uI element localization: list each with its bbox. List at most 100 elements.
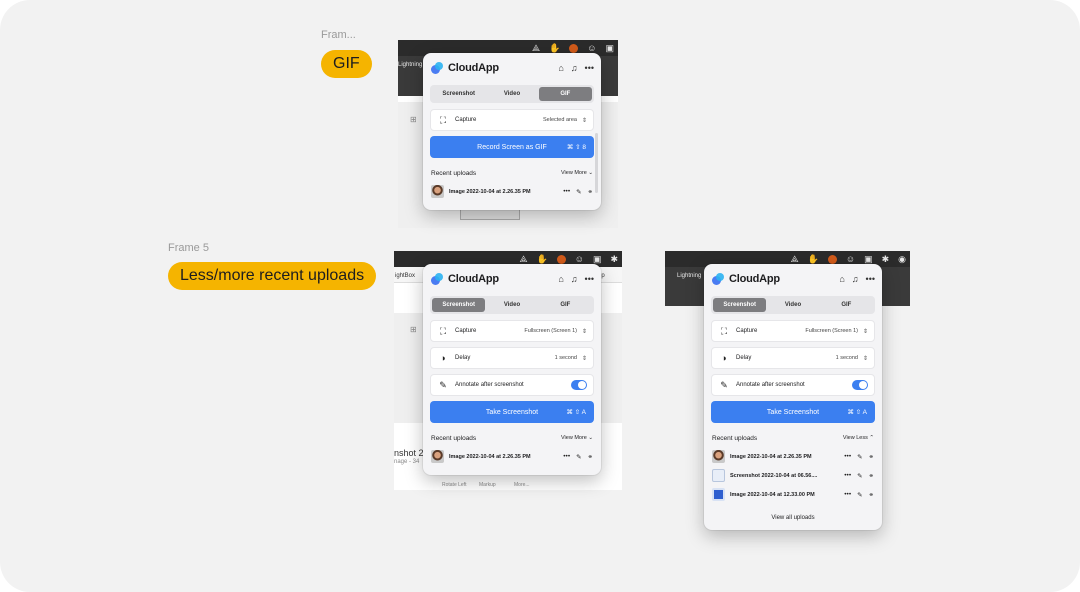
tab-gif[interactable]: GIF [538,87,592,101]
annotate-row: ✎ Annotate after screenshot [711,374,875,396]
tab-screenshot[interactable]: Screenshot [432,298,486,312]
home-icon[interactable]: ⌂ [558,63,563,73]
capture-row[interactable]: ⛶ Capture Fullscreen (Screen 1) ⇕ [430,320,594,342]
take-screenshot-button[interactable]: Take Screenshot ⌘ ⇧ A [430,401,594,423]
more-icon[interactable]: ••• [866,274,875,284]
upload-name: Image 2022-10-04 at 2.26.35 PM [730,453,812,460]
recent-title: Recent uploads [431,169,477,177]
more-label[interactable]: More... [514,482,530,488]
record-gif-button[interactable]: Record Screen as GIF ⌘ ⇧ 8 [430,136,594,158]
mode-tabs: Screenshot Video GIF [430,85,594,103]
pill-less-more: Less/more recent uploads [168,262,377,290]
list-item[interactable]: Image 2022-10-04 at 2.26.35 PM ••• ✎ ⚭ [431,448,593,465]
half-circle-icon: ◑ [721,353,727,363]
pen-icon[interactable]: ✎ [857,453,862,461]
delay-row[interactable]: ◑ Delay 1 second ⇕ [711,347,875,369]
markup-label[interactable]: Markup [479,482,496,488]
capture-label: Capture [455,328,477,334]
list-item[interactable]: Image 2022-10-04 at 12.33.00 PM ••• ✎ ⚭ [712,486,874,503]
bell-icon[interactable]: ♫ [571,274,578,284]
more-icon[interactable]: ••• [563,453,570,461]
capture-row[interactable]: ⛶ Capture Selected area ⇕ [430,109,594,131]
more-icon[interactable]: ••• [844,472,851,480]
view-less-toggle[interactable]: View Less ⌃ [843,435,874,441]
link-icon[interactable]: ⚭ [869,472,874,480]
upload-thumbnail [712,469,725,482]
delay-row[interactable]: ◑ Delay 1 second ⇕ [430,347,594,369]
pen-icon[interactable]: ✎ [576,453,581,461]
more-icon[interactable]: ••• [563,188,570,196]
tab-video[interactable]: Video [766,298,819,312]
brand-name: CloudApp [729,273,780,285]
take-screenshot-label: Take Screenshot [485,408,539,416]
chevron-updown-icon: ⇕ [581,355,587,362]
popup-header: CloudApp ⌂ ♫ ••• [430,59,594,77]
capture-value: Selected area [543,117,577,123]
shortcut-label: ⌘ ⇧ 8 [566,144,586,151]
more-icon[interactable]: ••• [844,491,851,499]
delay-value: 1 second [554,355,577,361]
shortcut-label: ⌘ ⇧ A [847,409,867,416]
more-icon[interactable]: ••• [844,453,851,461]
capture-label: Capture [736,328,758,334]
capture-row[interactable]: ⛶ Capture Fullscreen (Screen 1) ⇕ [711,320,875,342]
link-icon[interactable]: ⚭ [869,453,874,461]
tab-gif[interactable]: GIF [539,298,592,312]
tab-gif[interactable]: GIF [820,298,873,312]
list-item[interactable]: Image 2022-10-04 at 2.26.35 PM ••• ✎ ⚭ [431,183,593,200]
brand: CloudApp [712,272,780,286]
more-icon[interactable]: ••• [585,274,594,284]
pen-icon[interactable]: ✎ [857,472,862,480]
home-icon[interactable]: ⌂ [558,274,563,284]
brand-name: CloudApp [448,273,499,285]
upload-name: Image 2022-10-04 at 2.26.35 PM [449,453,531,460]
link-icon[interactable]: ⚭ [869,491,874,499]
more-icon[interactable]: ••• [585,63,594,73]
capture-value: Fullscreen (Screen 1) [805,328,858,334]
upload-name: Screenshot 2022-10-04 at 06.56.... [730,472,818,479]
brand-name: CloudApp [448,62,499,74]
chevron-updown-icon: ⇕ [862,355,868,362]
frame-label-5: Frame 5 [168,242,209,254]
brand: CloudApp [431,61,499,75]
link-icon[interactable]: ⚭ [588,453,593,461]
annotate-row: ✎ Annotate after screenshot [430,374,594,396]
record-gif-label: Record Screen as GIF [477,143,547,151]
delay-label: Delay [736,355,752,361]
list-item[interactable]: Image 2022-10-04 at 2.26.35 PM ••• ✎ ⚭ [712,448,874,465]
rotate-left-label[interactable]: Rotate Left [442,482,466,488]
bell-icon[interactable]: ♫ [571,63,578,73]
annotate-toggle[interactable] [571,380,587,390]
cloudapp-popup-gif: CloudApp ⌂ ♫ ••• Screenshot Video GIF ⛶ … [423,53,601,210]
mode-tabs: Screenshot Video GIF [711,296,875,314]
upload-name: Image 2022-10-04 at 12.33.00 PM [730,491,815,498]
tab-video[interactable]: Video [485,298,538,312]
tab-screenshot[interactable]: Screenshot [432,87,485,101]
cloudapp-logo-icon [431,272,444,286]
brand: CloudApp [431,272,499,286]
pen-icon: ✎ [720,379,728,390]
annotate-label: Annotate after screenshot [736,382,805,388]
home-icon[interactable]: ⌂ [839,274,844,284]
upload-thumbnail [712,488,725,501]
tab-video[interactable]: Video [485,87,538,101]
view-more-toggle[interactable]: View More ⌄ [561,435,593,441]
pill-gif: GIF [321,50,372,78]
delay-value: 1 second [835,355,858,361]
take-screenshot-button[interactable]: Take Screenshot ⌘ ⇧ A [711,401,875,423]
chevron-updown-icon: ⇕ [581,117,587,124]
bell-icon[interactable]: ♫ [852,274,859,284]
pen-icon[interactable]: ✎ [857,491,862,499]
tab-screenshot[interactable]: Screenshot [713,298,767,312]
list-item[interactable]: Screenshot 2022-10-04 at 06.56.... ••• ✎… [712,467,874,484]
cloudapp-popup-less: CloudApp ⌂ ♫ ••• Screenshot Video GIF ⛶ … [704,264,882,530]
take-screenshot-label: Take Screenshot [766,408,820,416]
link-icon[interactable]: ⚭ [588,188,593,196]
view-more-toggle[interactable]: View More ⌄ [561,170,593,176]
pen-icon[interactable]: ✎ [576,188,581,196]
annotate-label: Annotate after screenshot [455,382,524,388]
annotate-toggle[interactable] [852,380,868,390]
view-all-uploads-link[interactable]: View all uploads [711,515,875,521]
upload-thumbnail [431,450,444,463]
upload-thumbnail [431,185,444,198]
